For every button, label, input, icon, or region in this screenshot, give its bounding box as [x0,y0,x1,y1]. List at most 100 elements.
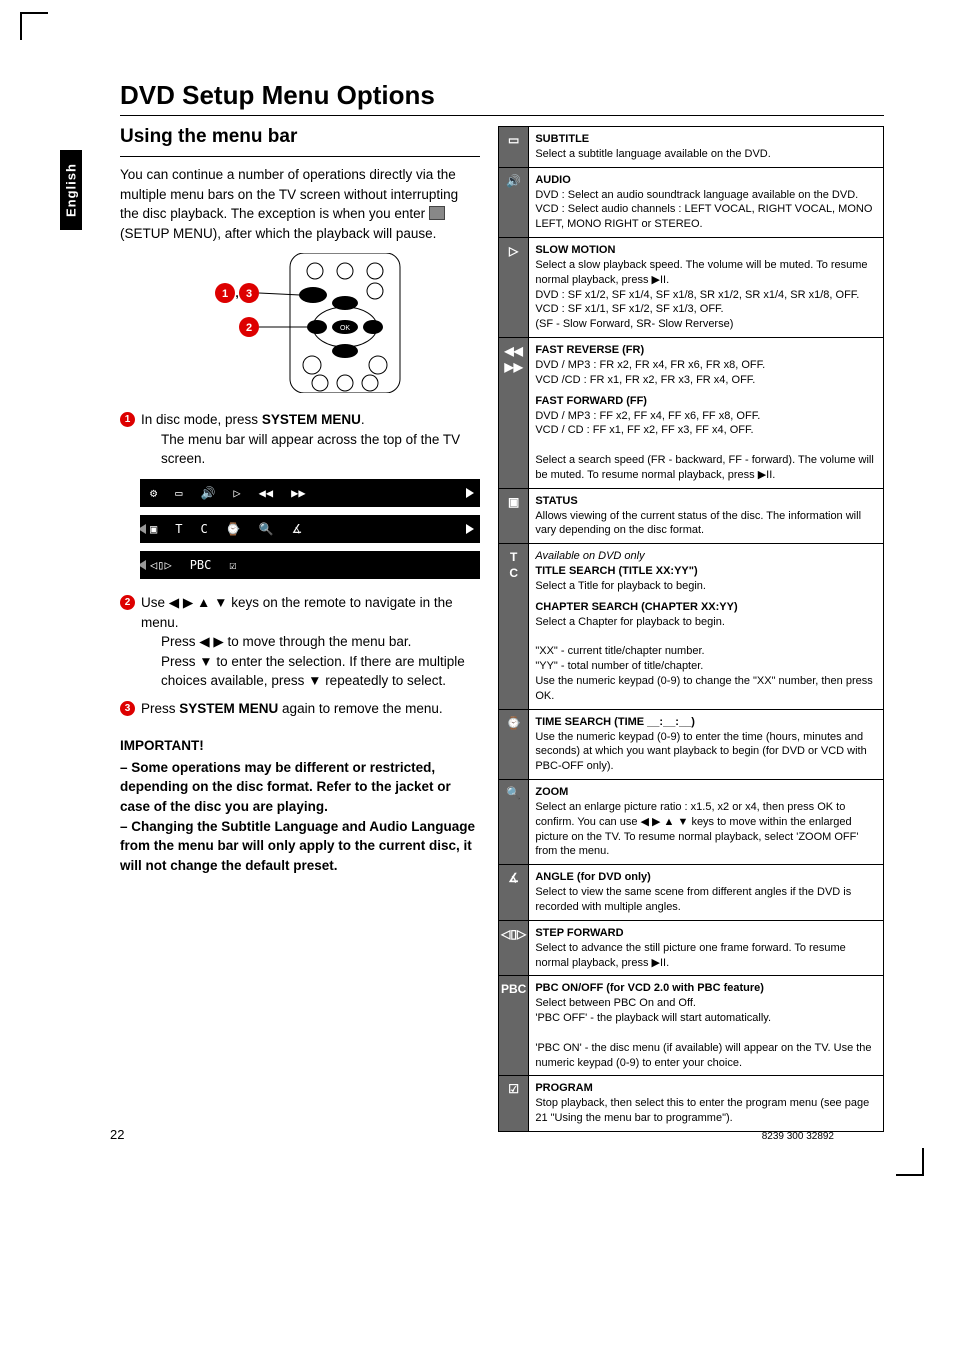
feature-body: Select a Title for playback to begin. [535,579,877,594]
feature-icon: ▷ [501,243,526,259]
feature-row: ◁▯▷STEP FORWARDSelect to advance the sti… [499,920,884,976]
strip2-i0: ▣ [150,522,157,536]
feature-desc-cell: ANGLE (for DVD only)Select to view the s… [529,865,884,921]
feature-icon: 🔍 [501,785,526,801]
important-heading: IMPORTANT! [120,736,480,756]
feature-title: STATUS [535,494,877,509]
footer-code: 8239 300 32892 [762,1131,834,1142]
feature-title: SUBTITLE [535,132,877,147]
step3-bold: SYSTEM MENU [179,701,278,716]
feature-pretitle: Available on DVD only [535,549,877,564]
feature-icon-cell: ∡ [499,865,529,921]
step3-text-b: again to remove the menu. [282,701,443,716]
language-tab: English [60,150,82,230]
strip1-i0: ⚙ [150,486,157,500]
strip2-i3: ⌚ [226,522,241,536]
feature-icon-cell: ☑ [499,1076,529,1132]
feature-row: 🔍ZOOMSelect an enlarge picture ratio : x… [499,780,884,865]
intro-paragraph: You can continue a number of operations … [120,165,480,243]
feature-desc-cell: PBC ON/OFF (for VCD 2.0 with PBC feature… [529,976,884,1076]
menu-strip-1: ⚙ ▭ 🔊 ▷ ◀◀ ▶▶ [140,479,480,507]
arrow-right-icon [466,524,474,534]
feature-title: FAST REVERSE (FR) [535,343,877,358]
feature-title: ANGLE (for DVD only) [535,870,877,885]
setup-menu-icon [429,206,445,220]
strip2-i1: T [175,522,182,536]
feature-row: ◀◀▶▶FAST REVERSE (FR)DVD / MP3 : FR x2, … [499,338,884,489]
feature-desc-cell: AUDIODVD : Select an audio soundtrack la… [529,167,884,237]
crop-mark-bottom-right [896,1148,924,1176]
feature-title: STEP FORWARD [535,926,877,941]
strip1-i1: ▭ [175,486,182,500]
menu-strip-3: ◁▯▷ PBC ☑ [140,551,480,579]
feature-icon: ⌚ [501,715,526,731]
feature-body: Use the numeric keypad (0-9) to enter th… [535,730,877,775]
step3-text-a: Press [141,701,179,716]
step2-text-b: Press ◀ ▶ to move through the menu bar. [161,632,480,652]
feature-row: PBCPBC ON/OFF (for VCD 2.0 with PBC feat… [499,976,884,1076]
feature-row: ▭SUBTITLESelect a subtitle language avai… [499,127,884,168]
feature-body: Select to view the same scene from diffe… [535,885,877,915]
feature-body: Allows viewing of the current status of … [535,509,877,539]
step-number-3: 3 [120,701,135,716]
arrow-left-icon [138,524,146,534]
feature-desc-cell: SUBTITLESelect a subtitle language avail… [529,127,884,168]
important-block: IMPORTANT! – Some operations may be diff… [120,736,480,875]
page-title: DVD Setup Menu Options [120,80,884,111]
menu-strip-2: ▣ T C ⌚ 🔍 ∡ [140,515,480,543]
feature-desc-cell: TIME SEARCH (TIME __:__:__)Use the numer… [529,709,884,779]
feature-body: Select between PBC On and Off. 'PBC OFF'… [535,996,877,1070]
feature-desc-cell: STATUSAllows viewing of the current stat… [529,488,884,544]
feature-desc-cell: PROGRAMStop playback, then select this t… [529,1076,884,1132]
strip2-i4: 🔍 [259,522,274,536]
arrow-right-icon [466,488,474,498]
strip1-i2: 🔊 [200,486,215,500]
step1-text-a: In disc mode, press [141,412,262,427]
strip1-i4: ◀◀ [259,486,273,500]
feature-title: AUDIO [535,173,877,188]
feature-icon-cell: ▭ [499,127,529,168]
feature-icon: C [501,565,526,581]
feature-row: TCAvailable on DVD onlyTITLE SEARCH (TIT… [499,544,884,709]
feature-icon-cell: 🔍 [499,780,529,865]
crop-mark-top-left [20,12,48,40]
feature-desc-cell: FAST REVERSE (FR)DVD / MP3 : FR x2, FR x… [529,338,884,489]
step-3: 3 Press SYSTEM MENU again to remove the … [120,699,480,719]
feature-icon-cell: ◁▯▷ [499,920,529,976]
feature-icon-cell: ▷ [499,238,529,338]
step1-text-b: . [361,412,365,427]
feature-desc-cell: STEP FORWARDSelect to advance the still … [529,920,884,976]
strip1-i5: ▶▶ [291,486,305,500]
feature-title: ZOOM [535,785,877,800]
strip3-i2: ☑ [229,558,236,572]
feature-row: ☑PROGRAMStop playback, then select this … [499,1076,884,1132]
step-number-1: 1 [120,412,135,427]
feature-title: TIME SEARCH (TIME __:__:__) [535,715,877,730]
step2-text-a: Use ◀ ▶ ▲ ▼ keys on the remote to naviga… [141,593,480,632]
important-line-2: – Changing the Subtitle Language and Aud… [120,819,475,873]
feature-icon-cell: 🔊 [499,167,529,237]
feature-icon: ☑ [501,1081,526,1097]
svg-text:2: 2 [246,322,252,334]
step1-bold: SYSTEM MENU [262,412,361,427]
feature-body: Select a slow playback speed. The volume… [535,258,877,332]
feature-body-2: Select a Chapter for playback to begin. … [535,615,877,704]
feature-icon: ▣ [501,494,526,510]
feature-icon-cell: ▣ [499,488,529,544]
feature-icon: T [501,549,526,565]
feature-icon-cell: ⌚ [499,709,529,779]
remote-diagram: OK 1 3 , 2 [120,253,480,398]
page-number: 22 [110,1127,124,1142]
step1-sub: The menu bar will appear across the top … [161,430,480,469]
strip3-i1: PBC [190,558,212,572]
content-columns: Using the menu bar You can continue a nu… [120,126,884,1132]
step2-text-c: Press ▼ to enter the selection. If there… [161,652,480,691]
svg-text:OK: OK [340,325,350,332]
feature-body: DVD : Select an audio soundtrack languag… [535,188,877,233]
arrow-left-icon [138,560,146,570]
feature-icon: PBC [501,981,526,997]
intro-text-a: You can continue a number of operations … [120,167,458,221]
svg-text:1: 1 [222,288,228,300]
right-column: ▭SUBTITLESelect a subtitle language avai… [498,126,884,1132]
left-column: Using the menu bar You can continue a nu… [120,126,480,1132]
